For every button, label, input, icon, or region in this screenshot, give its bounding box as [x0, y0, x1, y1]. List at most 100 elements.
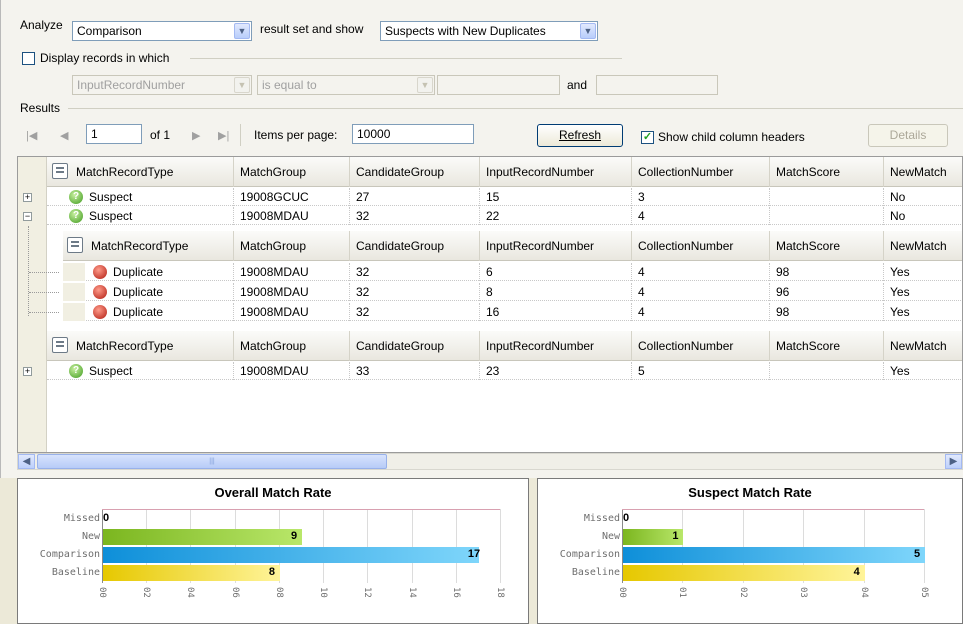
refresh-button[interactable]: Refresh: [537, 124, 623, 147]
column-header[interactable]: CollectionNumber: [631, 331, 769, 361]
column-header[interactable]: NewMatch: [883, 157, 962, 187]
tick-label: 12: [362, 587, 373, 598]
column-chooser-icon[interactable]: [52, 163, 68, 179]
table-row[interactable]: ? Suspect 19008MDAU 32 22 4 No: [47, 207, 962, 225]
scroll-left-icon[interactable]: ◀: [18, 454, 35, 469]
table-cell: 22: [479, 207, 631, 225]
bar-baseline: [103, 565, 280, 581]
operator-select[interactable]: is equal to ▼: [257, 75, 435, 95]
first-page-icon[interactable]: |◀: [26, 129, 37, 142]
data-label: 1: [672, 530, 679, 542]
next-page-icon[interactable]: ▶: [192, 129, 200, 142]
expand-icon[interactable]: +: [23, 193, 32, 202]
data-label: 8: [268, 566, 275, 578]
column-header[interactable]: InputRecordNumber: [479, 331, 631, 361]
table-row[interactable]: ? Suspect 19008GCUC 27 15 3 No: [47, 188, 962, 206]
analyze-select[interactable]: Comparison ▼: [72, 21, 252, 41]
details-button[interactable]: Details: [868, 124, 948, 147]
results-label: Results: [20, 101, 61, 115]
expand-icon[interactable]: +: [23, 367, 32, 376]
column-header[interactable]: CollectionNumber: [631, 231, 769, 261]
column-header[interactable]: MatchGroup: [233, 157, 349, 187]
page-number-value: 1: [91, 127, 98, 141]
row-selector[interactable]: [63, 263, 85, 281]
last-page-icon[interactable]: ▶|: [218, 129, 229, 142]
operator-select-value: is equal to: [262, 78, 317, 92]
collapse-icon[interactable]: −: [23, 212, 32, 221]
column-chooser-icon[interactable]: [67, 237, 83, 253]
column-header[interactable]: CollectionNumber: [631, 157, 769, 187]
column-header[interactable]: NewMatch: [883, 231, 962, 261]
column-header[interactable]: MatchRecordType: [70, 331, 241, 361]
suspect-match-rate-chart: 00 01 02 03 04 05 Missed 0 New 1 Comparison 5 Baseli…: [538, 479, 962, 623]
chevron-down-icon[interactable]: ▼: [417, 77, 433, 93]
column-header[interactable]: NewMatch: [883, 331, 962, 361]
scroll-right-icon[interactable]: ▶: [945, 454, 962, 469]
table-cell: 19008MDAU: [233, 263, 349, 281]
table-cell: 98: [769, 263, 883, 281]
column-header[interactable]: CandidateGroup: [349, 157, 477, 187]
table-cell: 27: [349, 188, 477, 206]
chevron-down-icon[interactable]: ▼: [234, 23, 250, 39]
horizontal-scrollbar[interactable]: ◀ ||| ▶: [17, 453, 963, 470]
column-header[interactable]: InputRecordNumber: [479, 157, 631, 187]
table-row[interactable]: Duplicate 19008MDAU 32 16 4 98 Yes: [29, 303, 962, 321]
tick-label: 16: [450, 587, 461, 598]
items-per-page-input[interactable]: 10000: [352, 124, 474, 144]
column-header[interactable]: MatchGroup: [233, 331, 349, 361]
tick-label: 01: [677, 587, 688, 598]
scrollbar-thumb[interactable]: |||: [37, 454, 387, 469]
bar-comparison: [623, 547, 925, 563]
tick-label: 06: [229, 587, 240, 598]
previous-page-icon[interactable]: ◀: [60, 129, 68, 142]
column-header[interactable]: CandidateGroup: [349, 231, 479, 261]
show-select[interactable]: Suspects with New Duplicates ▼: [380, 21, 598, 41]
category-label: Baseline: [51, 567, 100, 578]
row-selector[interactable]: [63, 283, 85, 301]
value-from-input[interactable]: [437, 75, 560, 95]
table-cell: 19008MDAU: [233, 207, 349, 225]
show-child-headers-checkbox[interactable]: ✓: [641, 131, 654, 144]
table-cell: 96: [769, 283, 883, 301]
table-cell: Suspect: [89, 209, 133, 223]
column-header[interactable]: CandidateGroup: [349, 331, 477, 361]
table-row[interactable]: ? Suspect 19008MDAU 33 23 5 Yes: [47, 362, 962, 380]
page-count-label: of 1: [150, 128, 171, 142]
table-row[interactable]: Duplicate 19008MDAU 32 8 4 96 Yes: [29, 283, 962, 301]
row-selector[interactable]: [63, 303, 85, 321]
column-chooser-icon[interactable]: [52, 337, 68, 353]
page-number-input[interactable]: 1: [86, 124, 142, 144]
table-cell: 19008MDAU: [233, 303, 349, 321]
column-header[interactable]: MatchRecordType: [85, 231, 231, 261]
table-row[interactable]: Duplicate 19008MDAU 32 6 4 98 Yes: [29, 263, 962, 281]
category-label: Baseline: [571, 567, 620, 578]
tick-label: 02: [737, 587, 748, 598]
table-cell: 4: [631, 303, 769, 321]
tick-label: 04: [858, 587, 869, 598]
table-cell: 32: [349, 207, 477, 225]
table-cell: 3: [631, 188, 769, 206]
bar-baseline: [623, 565, 865, 581]
column-header[interactable]: InputRecordNumber: [479, 231, 631, 261]
column-header[interactable]: MatchScore: [769, 157, 883, 187]
grid-header: MatchRecordType MatchGroup CandidateGrou…: [47, 331, 962, 361]
chevron-down-icon[interactable]: ▼: [580, 23, 596, 39]
table-cell: 32: [349, 303, 479, 321]
field-select[interactable]: InputRecordNumber ▼: [72, 75, 252, 95]
column-header[interactable]: MatchRecordType: [70, 157, 241, 187]
table-cell: Yes: [883, 303, 962, 321]
bar-new: [103, 529, 302, 545]
table-cell: Suspect: [89, 364, 133, 378]
value-to-input[interactable]: [596, 75, 718, 95]
table-cell: [769, 207, 883, 225]
data-label: 4: [853, 566, 860, 578]
column-header[interactable]: MatchScore: [769, 331, 883, 361]
table-cell: 8: [479, 283, 631, 301]
column-header[interactable]: MatchScore: [769, 231, 883, 261]
data-label: 5: [914, 548, 921, 560]
column-header[interactable]: MatchGroup: [233, 231, 349, 261]
chevron-down-icon[interactable]: ▼: [234, 77, 250, 93]
show-select-value: Suspects with New Duplicates: [385, 24, 546, 38]
display-records-checkbox[interactable]: [22, 52, 35, 65]
data-label: 0: [103, 512, 110, 524]
